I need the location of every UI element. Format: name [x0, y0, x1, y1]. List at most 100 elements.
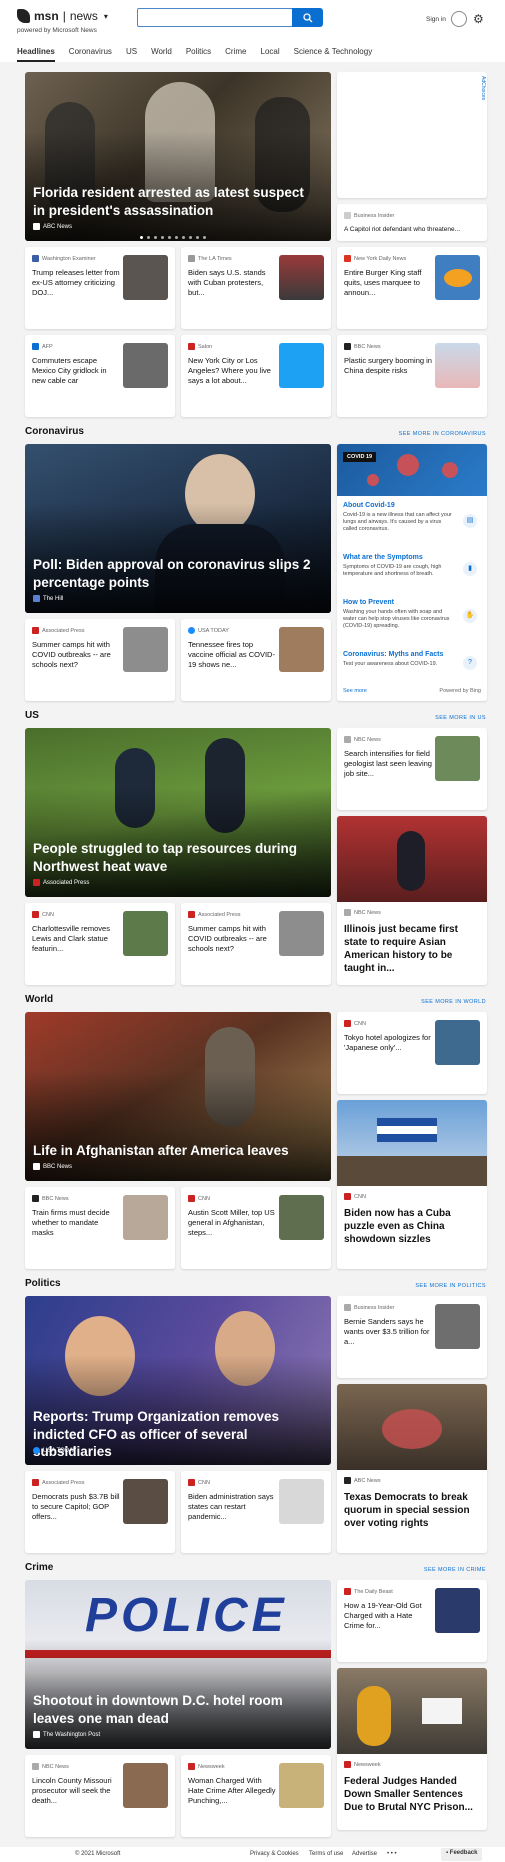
privacy-link[interactable]: Privacy & Cookies: [250, 1851, 299, 1857]
source-row: Associated Press: [32, 627, 85, 634]
card-title: Trump releases letter from ex-US attorne…: [32, 268, 120, 298]
news-card[interactable]: Associated Press Summer camps hit with C…: [181, 903, 331, 985]
big-card[interactable]: CNN Biden now has a Cuba puzzle even as …: [337, 1100, 487, 1269]
card-thumbnail: [123, 627, 168, 672]
hero-source: ABC News: [33, 223, 72, 230]
see-more-crime[interactable]: SEE MORE IN CRIME: [424, 1567, 486, 1573]
us-hero[interactable]: People struggled to tap resources during…: [25, 728, 331, 897]
see-more-politics[interactable]: SEE MORE IN POLITICS: [415, 1283, 486, 1289]
hero-title: Shootout in downtown D.C. hotel room lea…: [33, 1693, 283, 1726]
side-card[interactable]: Business Insider Bernie Sanders says he …: [337, 1296, 487, 1378]
source-name: Newsweek: [198, 1763, 225, 1770]
nav-us[interactable]: US: [126, 47, 137, 62]
source-row: Business Insider: [344, 212, 394, 219]
covid-item-symptoms[interactable]: What are the Symptoms Symptoms of COVID-…: [343, 554, 481, 578]
nav-world[interactable]: World: [151, 47, 172, 62]
side-card[interactable]: The Daily Beast How a 19-Year-Old Got Ch…: [337, 1580, 487, 1662]
advertise-link[interactable]: Advertise: [352, 1851, 377, 1857]
search-button[interactable]: [292, 8, 323, 27]
big-card[interactable]: NBC News Illinois just became first stat…: [337, 816, 487, 985]
news-card[interactable]: New York Daily News Entire Burger King s…: [337, 247, 487, 329]
sign-in-link[interactable]: Sign in: [426, 16, 446, 23]
news-card[interactable]: AFP Commuters escape Mexico City gridloc…: [25, 335, 175, 417]
news-card[interactable]: Salon New York City or Los Angeles? Wher…: [181, 335, 331, 417]
covid-item-desc: Test your awareness about COVID-19.: [343, 661, 438, 667]
more-menu-button[interactable]: • • •: [387, 1851, 397, 1857]
side-card[interactable]: NBC News Search intensifies for field ge…: [337, 728, 487, 810]
politics-hero[interactable]: Reports: Trump Organization removes indi…: [25, 1296, 331, 1465]
card-thumbnail: [279, 343, 324, 388]
quiz-icon: ?: [463, 656, 477, 670]
source-row: CNN: [344, 1193, 366, 1200]
news-card[interactable]: BBC News Plastic surgery booming in Chin…: [337, 335, 487, 417]
covid-item-prevent[interactable]: How to Prevent Washing your hands often …: [343, 599, 481, 630]
source-logo-icon: [32, 343, 39, 350]
news-card[interactable]: Newsweek Woman Charged With Hate Crime A…: [181, 1755, 331, 1837]
nav-local[interactable]: Local: [261, 47, 280, 62]
nav-science-technology[interactable]: Science & Technology: [294, 47, 373, 62]
crime-hero[interactable]: POLICE Shootout in downtown D.C. hotel r…: [25, 1580, 331, 1749]
coronavirus-hero[interactable]: Poll: Biden approval on coronavirus slip…: [25, 444, 331, 613]
news-card[interactable]: CNN Biden administration says states can…: [181, 1471, 331, 1553]
source-row: BBC News: [32, 1195, 69, 1202]
nav-crime[interactable]: Crime: [225, 47, 246, 62]
card-title: Democrats push $3.7B bill to secure Capi…: [32, 1492, 120, 1522]
source-name: CNN: [354, 1193, 366, 1200]
side-card[interactable]: CNN Tokyo hotel apologizes for 'Japanese…: [337, 1012, 487, 1094]
source-row: ABC News: [344, 1477, 381, 1484]
source-name: Washington Examiner: [42, 255, 96, 262]
source-logo-icon: [344, 736, 351, 743]
source-name: NBC News: [42, 1763, 69, 1770]
source-row: The LA Times: [188, 255, 232, 262]
msn-logo[interactable]: msn | news ▾: [17, 9, 108, 23]
source-name: USA TODAY: [43, 1447, 77, 1454]
search-input[interactable]: [137, 8, 293, 27]
chevron-down-icon[interactable]: ▾: [104, 12, 108, 21]
covid-see-more-link[interactable]: See more: [343, 688, 367, 694]
news-card[interactable]: BBC News Train firms must decide whether…: [25, 1187, 175, 1269]
ad-slot[interactable]: AdChoices: [337, 72, 487, 198]
nav-headlines[interactable]: Headlines: [17, 47, 55, 62]
see-more-world[interactable]: SEE MORE IN WORLD: [421, 999, 486, 1005]
source-logo-icon: [188, 343, 195, 350]
section-heading-politics: Politics: [25, 1278, 61, 1289]
side-card[interactable]: Business Insider A Capitol riot defendan…: [337, 204, 487, 241]
big-card[interactable]: ABC News Texas Democrats to break quorum…: [337, 1384, 487, 1553]
source-logo-icon: [32, 255, 39, 262]
header: msn | news ▾ powered by Microsoft News S…: [0, 0, 505, 62]
news-card[interactable]: CNN Austin Scott Miller, top US general …: [181, 1187, 331, 1269]
hero-source: The Washington Post: [33, 1731, 100, 1738]
headline-hero[interactable]: Florida resident arrested as latest susp…: [25, 72, 331, 241]
source-name: NBC News: [354, 909, 381, 916]
see-more-us[interactable]: SEE MORE IN US: [435, 715, 486, 721]
source-row: Associated Press: [188, 911, 241, 918]
avatar[interactable]: [451, 11, 467, 27]
card-title: A Capitol riot defendant who threatene..…: [344, 226, 460, 233]
powered-by-bing: Powered by Bing: [439, 688, 481, 694]
covid-item-myths[interactable]: Coronavirus: Myths and Facts Test your a…: [343, 651, 481, 668]
nav-politics[interactable]: Politics: [186, 47, 211, 62]
news-card[interactable]: The LA Times Biden says U.S. stands with…: [181, 247, 331, 329]
source-name: BBC News: [43, 1163, 73, 1170]
world-hero[interactable]: Life in Afghanistan after America leaves…: [25, 1012, 331, 1181]
feedback-button[interactable]: ▪ Feedback: [441, 1848, 483, 1861]
news-card[interactable]: USA TODAY Tennessee fires top vaccine of…: [181, 619, 331, 701]
msn-butterfly-icon: [17, 9, 30, 23]
news-card[interactable]: NBC News Lincoln County Missouri prosecu…: [25, 1755, 175, 1837]
adchoices-label[interactable]: AdChoices: [480, 76, 486, 100]
news-card[interactable]: Associated Press Summer camps hit with C…: [25, 619, 175, 701]
news-card[interactable]: Washington Examiner Trump releases lette…: [25, 247, 175, 329]
news-card[interactable]: CNN Charlottesville removes Lewis and Cl…: [25, 903, 175, 985]
covid-item-about[interactable]: About Covid-19 Covid-19 is a new illness…: [343, 502, 481, 533]
source-name: Associated Press: [42, 1479, 85, 1486]
nav-coronavirus[interactable]: Coronavirus: [69, 47, 112, 62]
news-card[interactable]: Associated Press Democrats push $3.7B bi…: [25, 1471, 175, 1553]
hero-title: Florida resident arrested as latest susp…: [33, 185, 304, 218]
source-logo-icon: [188, 1763, 195, 1770]
see-more-coronavirus[interactable]: SEE MORE IN CORONAVIRUS: [399, 431, 486, 437]
gear-icon[interactable]: ⚙: [473, 12, 484, 26]
terms-link[interactable]: Terms of use: [309, 1851, 343, 1857]
hero-source: USA TODAY: [33, 1447, 77, 1454]
big-card[interactable]: Newsweek Federal Judges Handed Down Smal…: [337, 1668, 487, 1830]
carousel-dots[interactable]: [140, 236, 206, 239]
